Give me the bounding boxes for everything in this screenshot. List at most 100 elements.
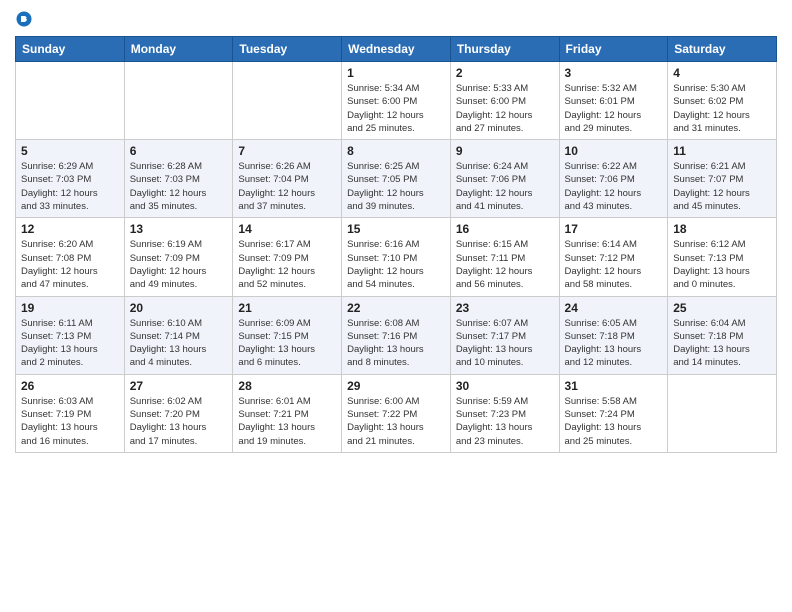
cell-info: Sunrise: 6:22 AM Sunset: 7:06 PM Dayligh… xyxy=(565,160,663,213)
day-number: 11 xyxy=(673,144,771,158)
cell-info: Sunrise: 6:05 AM Sunset: 7:18 PM Dayligh… xyxy=(565,317,663,370)
calendar-cell: 8 Sunrise: 6:25 AM Sunset: 7:05 PM Daylig… xyxy=(342,140,451,218)
calendar-cell: 6 Sunrise: 6:28 AM Sunset: 7:03 PM Daylig… xyxy=(124,140,233,218)
calendar-week-row: 12Sunrise: 6:20 AM Sunset: 7:08 PM Dayli… xyxy=(16,218,777,296)
day-number: 27 xyxy=(130,379,228,393)
calendar-cell: 11 Sunrise: 6:21 AM Sunset: 7:07 PM Dayli… xyxy=(668,140,777,218)
day-number: 22 xyxy=(347,301,445,315)
day-number: 31 xyxy=(565,379,663,393)
day-number: 9 xyxy=(456,144,554,158)
cell-info: Sunrise: 5:58 AM Sunset: 7:24 PM Dayligh… xyxy=(565,395,663,448)
day-number: 23 xyxy=(456,301,554,315)
day-number: 17 xyxy=(565,222,663,236)
cell-info: Sunrise: 6:26 AM Sunset: 7:04 PM Dayligh… xyxy=(238,160,336,213)
calendar-cell: 15 Sunrise: 6:16 AM Sunset: 7:10 PM Dayli… xyxy=(342,218,451,296)
cell-info: Sunrise: 6:07 AM Sunset: 7:17 PM Dayligh… xyxy=(456,317,554,370)
cell-info: Sunrise: 6:24 AM Sunset: 7:06 PM Dayligh… xyxy=(456,160,554,213)
cell-info: Sunrise: 6:21 AM Sunset: 7:07 PM Dayligh… xyxy=(673,160,771,213)
calendar-cell: 9 Sunrise: 6:24 AM Sunset: 7:06 PM Daylig… xyxy=(450,140,559,218)
day-number: 6 xyxy=(130,144,228,158)
day-number: 21 xyxy=(238,301,336,315)
calendar-cell: 4 Sunrise: 5:30 AM Sunset: 6:02 PM Daylig… xyxy=(668,62,777,140)
calendar-cell: 5Sunrise: 6:29 AM Sunset: 7:03 PM Daylig… xyxy=(16,140,125,218)
cell-info: Sunrise: 6:11 AM Sunset: 7:13 PM Dayligh… xyxy=(21,317,119,370)
day-number: 4 xyxy=(673,66,771,80)
weekday-header: Friday xyxy=(559,37,668,62)
calendar-week-row: 26 Sunrise: 6:03 AM Sunset: 7:19 PM Dayli… xyxy=(16,374,777,452)
calendar-week-row: 19 Sunrise: 6:11 AM Sunset: 7:13 PM Dayli… xyxy=(16,296,777,374)
calendar-cell: 17 Sunrise: 6:14 AM Sunset: 7:12 PM Dayli… xyxy=(559,218,668,296)
calendar-cell: 7 Sunrise: 6:26 AM Sunset: 7:04 PM Daylig… xyxy=(233,140,342,218)
day-number: 18 xyxy=(673,222,771,236)
day-number: 3 xyxy=(565,66,663,80)
day-number: 13 xyxy=(130,222,228,236)
cell-info: Sunrise: 6:16 AM Sunset: 7:10 PM Dayligh… xyxy=(347,238,445,291)
cell-info: Sunrise: 5:34 AM Sunset: 6:00 PM Dayligh… xyxy=(347,82,445,135)
cell-info: Sunrise: 5:59 AM Sunset: 7:23 PM Dayligh… xyxy=(456,395,554,448)
calendar-cell: 12Sunrise: 6:20 AM Sunset: 7:08 PM Dayli… xyxy=(16,218,125,296)
calendar-cell: 29 Sunrise: 6:00 AM Sunset: 7:22 PM Dayli… xyxy=(342,374,451,452)
logo-icon xyxy=(15,10,33,28)
calendar-cell xyxy=(233,62,342,140)
day-number: 26 xyxy=(21,379,119,393)
day-number: 8 xyxy=(347,144,445,158)
calendar-week-row: 5Sunrise: 6:29 AM Sunset: 7:03 PM Daylig… xyxy=(16,140,777,218)
day-number: 19 xyxy=(21,301,119,315)
weekday-header: Monday xyxy=(124,37,233,62)
day-number: 20 xyxy=(130,301,228,315)
calendar-cell: 31 Sunrise: 5:58 AM Sunset: 7:24 PM Dayli… xyxy=(559,374,668,452)
day-number: 1 xyxy=(347,66,445,80)
cell-info: Sunrise: 6:15 AM Sunset: 7:11 PM Dayligh… xyxy=(456,238,554,291)
calendar-cell: 19 Sunrise: 6:11 AM Sunset: 7:13 PM Dayli… xyxy=(16,296,125,374)
calendar-cell xyxy=(124,62,233,140)
cell-info: Sunrise: 6:04 AM Sunset: 7:18 PM Dayligh… xyxy=(673,317,771,370)
cell-info: Sunrise: 6:12 AM Sunset: 7:13 PM Dayligh… xyxy=(673,238,771,291)
calendar-cell: 14 Sunrise: 6:17 AM Sunset: 7:09 PM Dayli… xyxy=(233,218,342,296)
weekday-header: Saturday xyxy=(668,37,777,62)
cell-info: Sunrise: 6:03 AM Sunset: 7:19 PM Dayligh… xyxy=(21,395,119,448)
weekday-header: Sunday xyxy=(16,37,125,62)
cell-info: Sunrise: 6:10 AM Sunset: 7:14 PM Dayligh… xyxy=(130,317,228,370)
calendar-week-row: 1 Sunrise: 5:34 AM Sunset: 6:00 PM Daylig… xyxy=(16,62,777,140)
cell-info: Sunrise: 6:25 AM Sunset: 7:05 PM Dayligh… xyxy=(347,160,445,213)
calendar-cell: 13 Sunrise: 6:19 AM Sunset: 7:09 PM Dayli… xyxy=(124,218,233,296)
day-number: 2 xyxy=(456,66,554,80)
cell-info: Sunrise: 5:30 AM Sunset: 6:02 PM Dayligh… xyxy=(673,82,771,135)
weekday-header: Wednesday xyxy=(342,37,451,62)
calendar-cell: 22 Sunrise: 6:08 AM Sunset: 7:16 PM Dayli… xyxy=(342,296,451,374)
calendar-cell: 21 Sunrise: 6:09 AM Sunset: 7:15 PM Dayli… xyxy=(233,296,342,374)
logo xyxy=(15,10,37,28)
day-number: 29 xyxy=(347,379,445,393)
day-number: 28 xyxy=(238,379,336,393)
calendar-cell: 10Sunrise: 6:22 AM Sunset: 7:06 PM Dayli… xyxy=(559,140,668,218)
weekday-header: Thursday xyxy=(450,37,559,62)
calendar-cell: 20 Sunrise: 6:10 AM Sunset: 7:14 PM Dayli… xyxy=(124,296,233,374)
cell-info: Sunrise: 6:19 AM Sunset: 7:09 PM Dayligh… xyxy=(130,238,228,291)
day-number: 7 xyxy=(238,144,336,158)
calendar-cell xyxy=(668,374,777,452)
cell-info: Sunrise: 6:28 AM Sunset: 7:03 PM Dayligh… xyxy=(130,160,228,213)
day-number: 14 xyxy=(238,222,336,236)
day-number: 25 xyxy=(673,301,771,315)
calendar-table: SundayMondayTuesdayWednesdayThursdayFrid… xyxy=(15,36,777,453)
calendar-cell: 24 Sunrise: 6:05 AM Sunset: 7:18 PM Dayli… xyxy=(559,296,668,374)
calendar-cell: 16Sunrise: 6:15 AM Sunset: 7:11 PM Dayli… xyxy=(450,218,559,296)
cell-info: Sunrise: 6:00 AM Sunset: 7:22 PM Dayligh… xyxy=(347,395,445,448)
cell-info: Sunrise: 6:14 AM Sunset: 7:12 PM Dayligh… xyxy=(565,238,663,291)
cell-info: Sunrise: 6:29 AM Sunset: 7:03 PM Dayligh… xyxy=(21,160,119,213)
day-number: 15 xyxy=(347,222,445,236)
cell-info: Sunrise: 5:32 AM Sunset: 6:01 PM Dayligh… xyxy=(565,82,663,135)
calendar-cell: 3 Sunrise: 5:32 AM Sunset: 6:01 PM Daylig… xyxy=(559,62,668,140)
cell-info: Sunrise: 6:09 AM Sunset: 7:15 PM Dayligh… xyxy=(238,317,336,370)
cell-info: Sunrise: 6:02 AM Sunset: 7:20 PM Dayligh… xyxy=(130,395,228,448)
day-number: 30 xyxy=(456,379,554,393)
cell-info: Sunrise: 6:08 AM Sunset: 7:16 PM Dayligh… xyxy=(347,317,445,370)
calendar-cell xyxy=(16,62,125,140)
cell-info: Sunrise: 6:17 AM Sunset: 7:09 PM Dayligh… xyxy=(238,238,336,291)
cell-info: Sunrise: 6:01 AM Sunset: 7:21 PM Dayligh… xyxy=(238,395,336,448)
day-number: 12 xyxy=(21,222,119,236)
calendar-cell: 30 Sunrise: 5:59 AM Sunset: 7:23 PM Dayli… xyxy=(450,374,559,452)
calendar-cell: 23 Sunrise: 6:07 AM Sunset: 7:17 PM Dayli… xyxy=(450,296,559,374)
day-number: 24 xyxy=(565,301,663,315)
calendar-cell: 1 Sunrise: 5:34 AM Sunset: 6:00 PM Daylig… xyxy=(342,62,451,140)
